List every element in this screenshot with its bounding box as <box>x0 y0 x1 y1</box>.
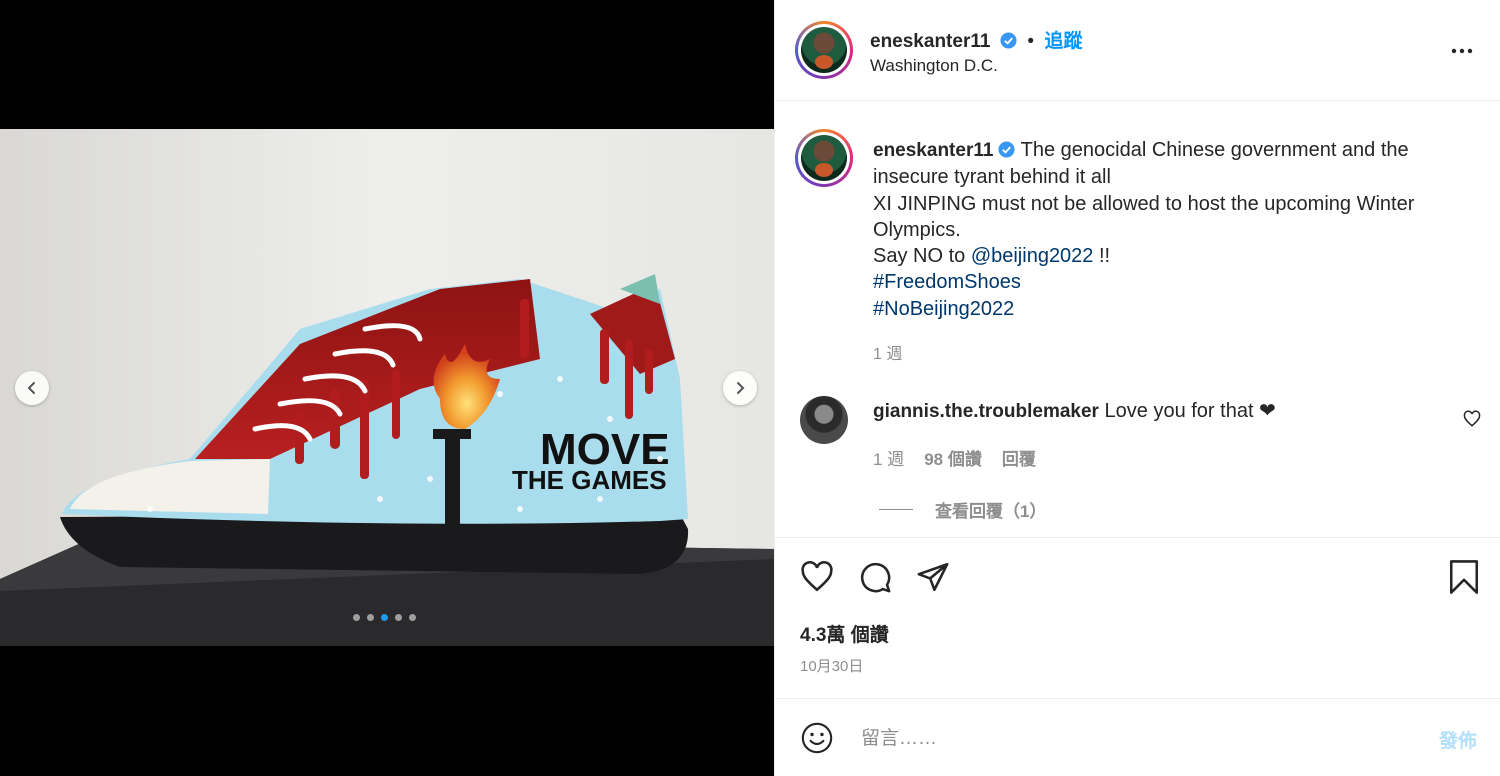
likes-count[interactable]: 4.3萬 個讚 <box>800 620 889 647</box>
slide-dot <box>409 614 416 621</box>
paper-plane-icon[interactable] <box>915 560 951 594</box>
hashtag-link[interactable]: #FreedomShoes <box>873 271 1021 293</box>
post-side-panel: eneskanter11 • 追蹤 Washington D.C. eneska… <box>774 0 1500 776</box>
comment: giannis.the.troublemaker Love you for th… <box>873 398 1276 425</box>
comment-meta: 1 週 98 個讚 回覆 <box>873 445 1036 470</box>
view-replies-button[interactable]: 查看回覆（1） <box>879 497 1046 522</box>
commenter-username[interactable]: giannis.the.troublemaker <box>873 401 1099 422</box>
slide-dot <box>395 614 402 621</box>
previous-slide-button[interactable] <box>15 371 49 405</box>
post-actions <box>775 537 1500 697</box>
instagram-post-view: MOVE THE GAMES eneskanter11 • 追蹤 Washing… <box>0 0 1500 776</box>
post-image: MOVE THE GAMES <box>0 129 774 646</box>
verified-badge-icon <box>998 141 1015 158</box>
caption-line-3-prefix: Say NO to <box>873 245 971 268</box>
caption-author-avatar[interactable] <box>795 129 853 187</box>
slide-dot-active <box>381 614 388 621</box>
divider-line <box>879 509 913 510</box>
post-date[interactable]: 10月30日 <box>800 655 863 676</box>
shoe-text-the-games: THE GAMES <box>512 465 667 495</box>
caption-username[interactable]: eneskanter11 <box>873 140 993 161</box>
slide-indicator <box>353 614 416 621</box>
slide-dot <box>353 614 360 621</box>
more-options-button[interactable] <box>1451 40 1473 62</box>
author-line: eneskanter11 • 追蹤 <box>870 26 1082 53</box>
author-avatar[interactable] <box>795 21 853 79</box>
post-caption: eneskanter11 The genocidal Chinese gover… <box>873 137 1453 368</box>
reply-button[interactable]: 回覆 <box>1002 445 1036 470</box>
mention-link[interactable]: @beijing2022 <box>971 245 1094 267</box>
add-comment-bar: 發佈 <box>775 698 1500 776</box>
more-options-icon <box>1451 48 1473 54</box>
view-replies-label: 查看回覆（1） <box>935 502 1047 521</box>
sneaker-photo: MOVE THE GAMES <box>0 129 774 646</box>
slide-dot <box>367 614 374 621</box>
post-comment-button[interactable]: 發佈 <box>1439 726 1477 753</box>
verified-badge-icon <box>1000 32 1017 49</box>
author-username[interactable]: eneskanter11 <box>870 31 990 52</box>
caption-line-2: XI JINPING must not be allowed to host t… <box>873 192 1415 241</box>
post-location[interactable]: Washington D.C. <box>870 56 998 76</box>
commenter-avatar[interactable] <box>800 396 848 444</box>
comment-icon[interactable] <box>857 560 893 594</box>
comment-input[interactable] <box>859 724 1403 754</box>
chevron-left-icon <box>27 382 35 394</box>
chevron-right-icon <box>737 382 745 394</box>
follow-button[interactable]: 追蹤 <box>1044 31 1082 52</box>
media-area: MOVE THE GAMES <box>0 0 774 776</box>
heart-icon[interactable] <box>799 560 835 594</box>
next-slide-button[interactable] <box>723 371 757 405</box>
post-header: eneskanter11 • 追蹤 Washington D.C. <box>775 0 1500 101</box>
emoji-icon[interactable] <box>800 721 834 755</box>
comment-like-heart-icon[interactable] <box>1463 410 1481 428</box>
hashtag-link[interactable]: #NoBeijing2022 <box>873 298 1014 320</box>
comment-text: Love you for that ❤ <box>1104 400 1276 422</box>
separator-dot: • <box>1027 31 1034 52</box>
comment-likes[interactable]: 98 個讚 <box>924 445 982 470</box>
bookmark-icon[interactable] <box>1447 558 1481 596</box>
caption-time[interactable]: 1 週 <box>873 342 1453 368</box>
comment-time[interactable]: 1 週 <box>873 445 904 470</box>
caption-line-3-suffix: !! <box>1093 245 1111 268</box>
